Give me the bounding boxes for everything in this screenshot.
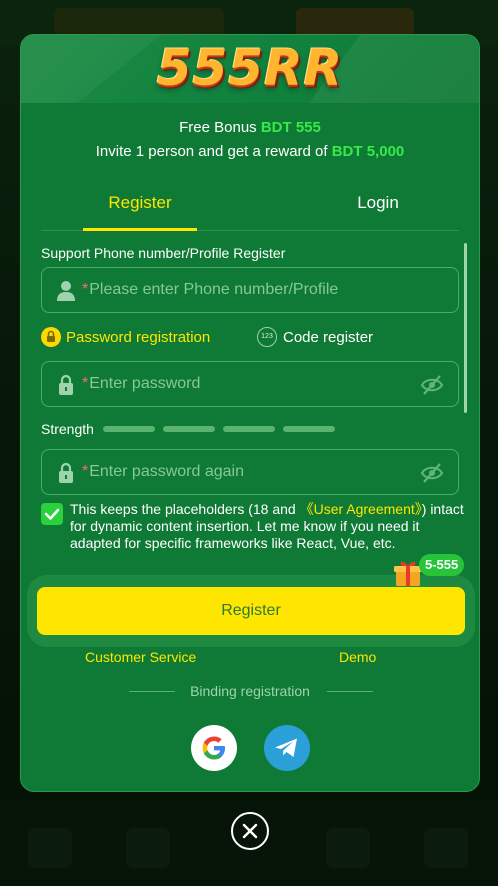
auth-tabs: Register Login xyxy=(41,181,459,231)
required-mark: * xyxy=(82,281,89,298)
tab-active-indicator xyxy=(83,228,197,231)
strength-segment xyxy=(223,426,275,432)
phone-placeholder-text: Please enter Phone number/Profile xyxy=(89,281,339,298)
lock-icon xyxy=(59,462,73,483)
required-mark: * xyxy=(82,375,89,392)
eye-off-icon[interactable] xyxy=(420,374,444,396)
required-mark: * xyxy=(82,463,89,480)
brand-logo: 555RR xyxy=(156,39,344,97)
agreement-row: This keeps the placeholders (18 and 《Use… xyxy=(41,501,471,557)
demo-link[interactable]: Demo xyxy=(339,647,376,667)
mode-password-label: Password registration xyxy=(66,329,211,346)
promo-free-bonus: Free Bonus BDT 555 xyxy=(21,119,479,136)
footer-links: Customer Service Demo xyxy=(41,647,459,667)
bonus-badge: 5-555 xyxy=(393,554,469,588)
support-label: Support Phone number/Profile Register xyxy=(41,245,286,261)
promo-invite: Invite 1 person and get a reward of BDT … xyxy=(21,143,479,160)
password-confirm-field[interactable]: *Enter password again xyxy=(41,449,459,495)
password-placeholder-text: Enter password xyxy=(89,375,201,392)
telegram-login-button[interactable] xyxy=(264,725,310,771)
password-field[interactable]: *Enter password xyxy=(41,361,459,407)
mode-password-registration[interactable]: Password registration xyxy=(41,327,210,349)
password-strength: Strength xyxy=(41,419,459,439)
google-login-button[interactable] xyxy=(191,725,237,771)
promo-free-bonus-text: Free Bonus xyxy=(179,119,261,136)
customer-service-link[interactable]: Customer Service xyxy=(85,647,196,667)
strength-segment xyxy=(283,426,335,432)
promo-invite-amount: BDT 5,000 xyxy=(331,143,405,160)
eye-off-icon[interactable] xyxy=(420,462,444,484)
phone-placeholder: *Please enter Phone number/Profile xyxy=(82,268,338,312)
binding-divider: Binding registration xyxy=(21,681,479,701)
bonus-badge-label: 5-555 xyxy=(419,554,465,576)
promo-free-bonus-amount: BDT 555 xyxy=(260,119,321,136)
agreement-text-before: This keeps the placeholders (18 and xyxy=(70,501,300,517)
tab-register[interactable]: Register xyxy=(65,181,215,231)
phone-field[interactable]: *Please enter Phone number/Profile xyxy=(41,267,459,313)
close-icon xyxy=(242,823,258,839)
mode-code-register[interactable]: 123 Code register xyxy=(257,327,373,349)
strength-segment xyxy=(103,426,155,432)
tab-login[interactable]: Login xyxy=(303,181,453,231)
close-modal-button[interactable] xyxy=(231,812,269,850)
binding-label: Binding registration xyxy=(190,683,310,699)
user-icon xyxy=(57,281,75,301)
password-confirm-placeholder-text: Enter password again xyxy=(89,463,244,480)
strength-segment xyxy=(163,426,215,432)
password-confirm-placeholder: *Enter password again xyxy=(82,450,244,494)
agreement-text: This keeps the placeholders (18 and 《Use… xyxy=(70,501,465,552)
agreement-checkbox[interactable] xyxy=(41,503,63,525)
modal-header: 555RR xyxy=(21,35,479,103)
strength-label: Strength xyxy=(41,421,94,437)
form-scrollbar[interactable] xyxy=(464,243,467,413)
google-icon xyxy=(202,736,225,760)
lock-icon xyxy=(59,374,73,395)
password-placeholder: *Enter password xyxy=(82,362,200,406)
divider-line xyxy=(327,691,373,692)
register-mode-selector: Password registration 123 Code register xyxy=(41,327,459,349)
lock-icon xyxy=(47,330,55,343)
divider-line xyxy=(129,691,175,692)
telegram-icon xyxy=(275,738,297,757)
user-agreement-link[interactable]: 《User Agreement》 xyxy=(300,501,422,517)
mode-code-label: Code register xyxy=(283,329,374,346)
lock-badge-icon xyxy=(41,327,61,348)
register-button[interactable]: Register xyxy=(37,587,465,635)
promo-invite-text: Invite 1 person and get a reward of xyxy=(95,143,332,160)
register-modal: 555RR Free Bonus BDT 555 Invite 1 person… xyxy=(20,34,480,792)
code-icon: 123 xyxy=(257,327,277,348)
checkmark-icon xyxy=(44,508,60,520)
